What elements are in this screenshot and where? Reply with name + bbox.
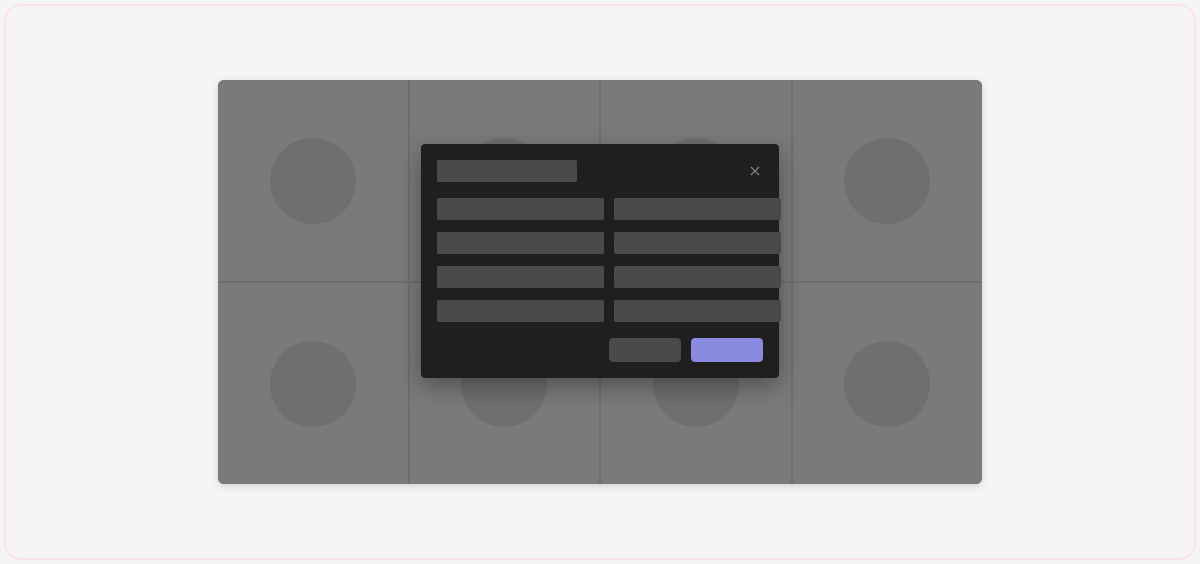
outer-frame bbox=[4, 4, 1196, 560]
modal-field-1[interactable] bbox=[437, 198, 604, 220]
modal-field-5[interactable] bbox=[437, 266, 604, 288]
modal-field-2[interactable] bbox=[614, 198, 781, 220]
modal-overlay bbox=[218, 80, 982, 484]
close-icon[interactable] bbox=[747, 163, 763, 179]
confirm-button[interactable] bbox=[691, 338, 763, 362]
modal-field-3[interactable] bbox=[437, 232, 604, 254]
modal-field-6[interactable] bbox=[614, 266, 781, 288]
cancel-button[interactable] bbox=[609, 338, 681, 362]
app-window bbox=[218, 80, 982, 484]
modal-field-7[interactable] bbox=[437, 300, 604, 322]
modal-fields bbox=[437, 198, 763, 322]
modal-dialog bbox=[421, 144, 779, 378]
modal-field-8[interactable] bbox=[614, 300, 781, 322]
modal-footer bbox=[437, 338, 763, 362]
modal-field-4[interactable] bbox=[614, 232, 781, 254]
modal-title bbox=[437, 160, 577, 182]
modal-header bbox=[437, 160, 763, 182]
